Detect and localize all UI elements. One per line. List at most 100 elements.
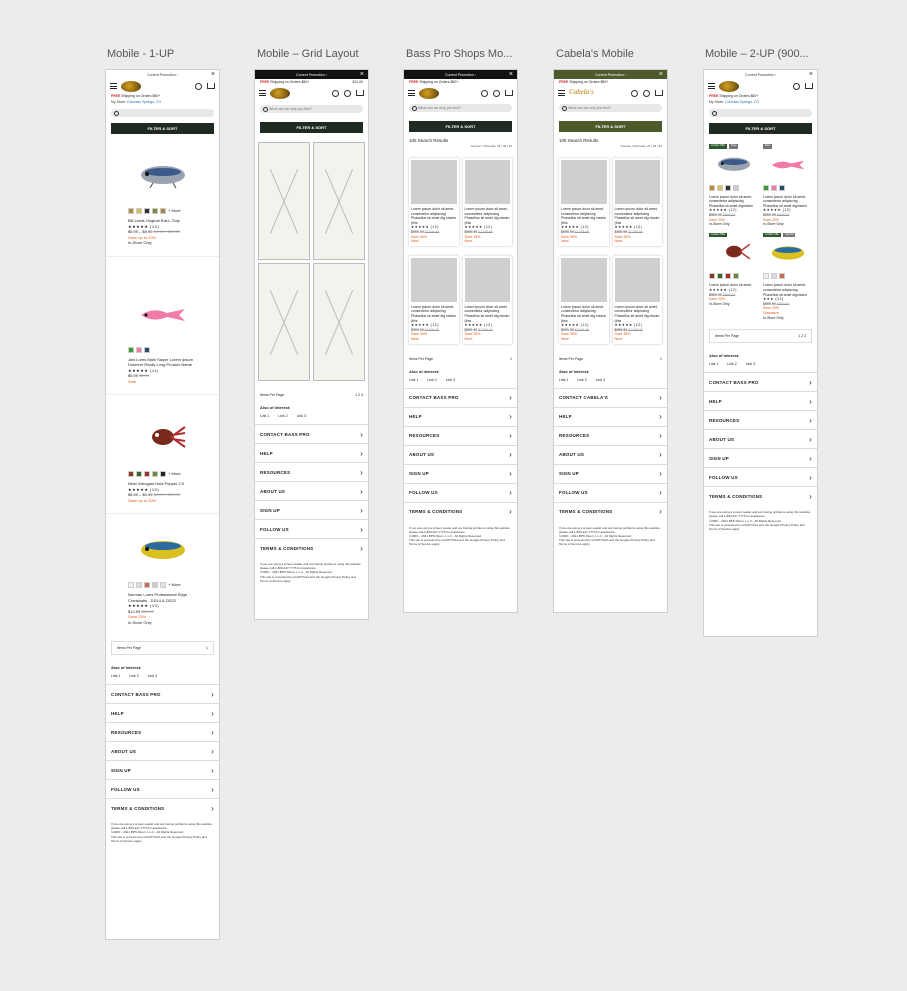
- close-icon[interactable]: ×: [360, 70, 364, 79]
- accordion-contact[interactable]: CONTACT BASS PRO: [704, 372, 817, 391]
- list-item[interactable]: + More New! Arbogast Hula Popper 2.0 ★★★…: [106, 395, 219, 514]
- accordion-signup[interactable]: SIGN UP: [704, 448, 817, 467]
- close-icon[interactable]: ×: [809, 70, 813, 79]
- bass-pro-logo[interactable]: [270, 87, 290, 99]
- product-image[interactable]: [128, 522, 197, 578]
- product-image[interactable]: [128, 287, 197, 343]
- product-card[interactable]: Limited Offer New Lorem ipsum dolor sit a…: [709, 143, 758, 227]
- promo-bar[interactable]: Current Promotion › ×: [704, 70, 817, 79]
- promo-bar[interactable]: Current Promotion › ×: [255, 70, 368, 79]
- accordion-resources[interactable]: RESOURCES: [404, 425, 517, 445]
- filter-sort-button[interactable]: FILTER & SORT: [709, 123, 812, 134]
- filter-sort-button[interactable]: FILTER & SORT: [409, 121, 512, 132]
- link-2[interactable]: Link 2: [577, 378, 586, 382]
- filter-sort-button[interactable]: FILTER & SORT: [260, 122, 363, 133]
- close-icon[interactable]: ×: [509, 70, 513, 79]
- accordion-about[interactable]: ABOUT US: [554, 444, 667, 464]
- number-of-results[interactable]: Number of Results: 24 | 48 | 96: [554, 143, 667, 149]
- accordion-follow[interactable]: FOLLOW US: [704, 467, 817, 486]
- accordion-signup[interactable]: SIGN UP: [255, 500, 368, 519]
- link-3[interactable]: Link 3: [596, 378, 605, 382]
- menu-icon[interactable]: [408, 90, 415, 96]
- product-card[interactable]: Lorem ipsum dolor sit amet, consectetur …: [409, 256, 459, 344]
- product-card[interactable]: Limited Offer Lorem ipsum dolor sit amet…: [709, 232, 758, 320]
- product-name[interactable]: Norman Lures Professional Edge Crankbait…: [128, 592, 197, 603]
- menu-icon[interactable]: [110, 83, 117, 89]
- product-card[interactable]: New Lorem ipsum dolor sit amet, consecte…: [763, 143, 812, 227]
- accordion-contact[interactable]: CONTACT BASS PRO: [106, 684, 219, 703]
- accordion-resources[interactable]: RESOURCES: [255, 462, 368, 481]
- accordion-terms[interactable]: TERMS & CONDITIONS: [404, 501, 517, 521]
- accordion-follow[interactable]: FOLLOW US: [106, 779, 219, 798]
- bass-pro-logo[interactable]: [419, 87, 439, 99]
- link-3[interactable]: Link 3: [746, 362, 755, 366]
- product-card[interactable]: Lorem ipsum dolor sit amet, consectetur …: [463, 158, 513, 246]
- search-input[interactable]: [709, 109, 812, 117]
- link-3[interactable]: Link 3: [297, 414, 306, 418]
- accordion-signup[interactable]: SIGN UP: [106, 760, 219, 779]
- accordion-resources[interactable]: RESOURCES: [704, 410, 817, 429]
- accordion-terms[interactable]: TERMS & CONDITIONS: [704, 486, 817, 505]
- product-image[interactable]: [128, 411, 197, 467]
- items-per-page[interactable]: Items Per Page 1: [404, 353, 517, 365]
- product-image[interactable]: [128, 148, 197, 204]
- items-per-page[interactable]: Items Per Page 1 2 3: [709, 329, 812, 344]
- search-input[interactable]: What can we help you find?: [559, 104, 662, 112]
- accordion-help[interactable]: HELP: [704, 391, 817, 410]
- link-1[interactable]: Link 1: [260, 414, 269, 418]
- location-icon[interactable]: [631, 89, 638, 97]
- menu-icon[interactable]: [259, 90, 266, 96]
- link-2[interactable]: Link 2: [278, 414, 287, 418]
- cabelas-logo[interactable]: Cabela's: [569, 88, 597, 99]
- accordion-follow[interactable]: FOLLOW US: [404, 482, 517, 502]
- accordion-about[interactable]: ABOUT US: [404, 444, 517, 464]
- location-icon[interactable]: [332, 89, 339, 97]
- promo-bar[interactable]: Current Promotion › ×: [106, 70, 219, 79]
- product-card[interactable]: Limited Offer Special Lorem ipsum dolor s…: [763, 232, 812, 320]
- menu-icon[interactable]: [708, 83, 715, 89]
- items-per-page[interactable]: Items Per Page 1: [111, 641, 214, 655]
- my-store[interactable]: My Store: Colorado Springs, CO: [704, 100, 817, 107]
- link-1[interactable]: Link 1: [709, 362, 718, 366]
- items-per-page[interactable]: Items Per Page 1: [554, 353, 667, 365]
- cart-icon[interactable]: [207, 83, 215, 89]
- location-icon[interactable]: [481, 89, 488, 97]
- product-card[interactable]: Lorem ipsum dolor sit amet, consectetur …: [613, 256, 663, 344]
- promo-bar[interactable]: Current Promotion › ×: [554, 70, 667, 79]
- bass-pro-logo[interactable]: [121, 80, 141, 92]
- accordion-help[interactable]: HELP: [554, 406, 667, 426]
- accordion-signup[interactable]: SIGN UP: [554, 463, 667, 483]
- link-1[interactable]: Link 1: [111, 674, 120, 678]
- promo-bar[interactable]: Current Promotion › ×: [404, 70, 517, 79]
- accordion-follow[interactable]: FOLLOW US: [255, 519, 368, 538]
- product-card[interactable]: Lorem ipsum dolor sit amet, consectetur …: [559, 158, 609, 246]
- accordion-help[interactable]: HELP: [404, 406, 517, 426]
- cart-icon[interactable]: [805, 83, 813, 89]
- product-card[interactable]: Lorem ipsum dolor sit amet, consectetur …: [613, 158, 663, 246]
- accordion-resources[interactable]: RESOURCES: [106, 722, 219, 741]
- bass-pro-logo[interactable]: [719, 80, 739, 92]
- filter-sort-button[interactable]: FILTER & SORT: [559, 121, 662, 132]
- accordion-terms[interactable]: TERMS & CONDITIONS: [255, 538, 368, 557]
- product-card[interactable]: Lorem ipsum dolor sit amet, consectetur …: [463, 256, 513, 344]
- account-icon[interactable]: [793, 82, 800, 90]
- link-1[interactable]: Link 1: [559, 378, 568, 382]
- number-of-results[interactable]: Number of Results: 24 | 48 | 96: [404, 143, 517, 149]
- list-item[interactable]: + More Norman Lures Professional Edge Cr…: [106, 514, 219, 635]
- accordion-about[interactable]: ABOUT US: [704, 429, 817, 448]
- close-icon[interactable]: ×: [211, 70, 215, 79]
- list-item[interactable]: + More Bill Lewis Original Rat-L-Trap ★★…: [106, 140, 219, 257]
- product-card[interactable]: Lorem ipsum dolor sit amet, consectetur …: [409, 158, 459, 246]
- link-2[interactable]: Link 2: [427, 378, 436, 382]
- accordion-follow[interactable]: FOLLOW US: [554, 482, 667, 502]
- search-input[interactable]: [111, 109, 214, 117]
- link-2[interactable]: Link 2: [727, 362, 736, 366]
- accordion-contact[interactable]: CONTACT BASS PRO: [404, 387, 517, 407]
- account-icon[interactable]: [344, 89, 351, 97]
- cart-icon[interactable]: [505, 90, 513, 96]
- link-2[interactable]: Link 2: [129, 674, 138, 678]
- account-icon[interactable]: [195, 82, 202, 90]
- items-per-page[interactable]: Items Per Page 1 2 3: [255, 389, 368, 401]
- product-card[interactable]: Lorem ipsum dolor sit amet, consectetur …: [559, 256, 609, 344]
- cart-icon[interactable]: [655, 90, 663, 96]
